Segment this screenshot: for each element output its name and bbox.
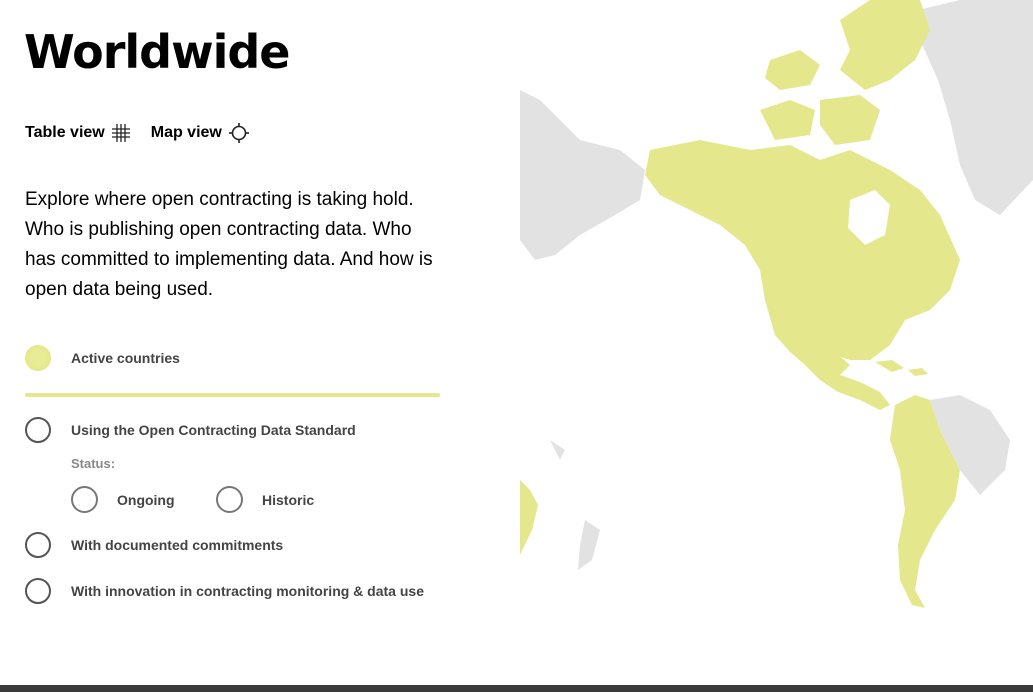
- table-view-link[interactable]: Table view: [25, 123, 131, 143]
- filter-innovation-radio[interactable]: [25, 578, 51, 604]
- view-switcher: Table view Map view: [25, 122, 250, 144]
- status-ongoing-label: Ongoing: [117, 491, 175, 508]
- filter-ocds-radio[interactable]: [25, 417, 51, 443]
- status-historic-radio[interactable]: [216, 486, 243, 513]
- world-map[interactable]: .active { fill:#e4e78c; } .inactive { fi…: [520, 0, 1033, 640]
- page-title: Worldwide: [24, 25, 290, 79]
- map-west-africa[interactable]: [520, 480, 538, 555]
- map-north-america[interactable]: [645, 140, 960, 360]
- filter-commitments-radio[interactable]: [25, 532, 51, 558]
- status-historic[interactable]: Historic: [216, 486, 314, 513]
- status-ongoing-radio[interactable]: [71, 486, 98, 513]
- active-countries-label: Active countries: [71, 350, 180, 366]
- filter-innovation[interactable]: With innovation in contracting monitorin…: [25, 578, 424, 604]
- footer-bar: [0, 685, 1033, 692]
- filter-innovation-label: With innovation in contracting monitorin…: [71, 583, 424, 599]
- filter-ocds-label: Using the Open Contracting Data Standard: [71, 422, 356, 438]
- status-historic-label: Historic: [262, 491, 315, 508]
- table-view-label: Table view: [25, 124, 105, 141]
- filter-commitments-label: With documented commitments: [71, 537, 284, 553]
- filter-commitments[interactable]: With documented commitments: [25, 532, 283, 558]
- legend-divider: [25, 393, 440, 397]
- status-label: Status:: [71, 456, 116, 471]
- map-view-link[interactable]: Map view: [151, 122, 250, 144]
- map-arctic-islands[interactable]: [760, 0, 930, 145]
- filter-ocds[interactable]: Using the Open Contracting Data Standard: [25, 417, 356, 443]
- map-small-islands[interactable]: [550, 440, 600, 570]
- grid-icon: [111, 124, 130, 142]
- map-view-label: Map view: [150, 124, 222, 141]
- active-countries-legend: Active countries: [25, 345, 180, 371]
- crosshair-icon: [228, 123, 249, 143]
- map-greenland[interactable]: [918, 0, 1033, 215]
- active-countries-swatch: [25, 345, 51, 371]
- intro-text: Explore where open contracting is taking…: [25, 189, 433, 300]
- map-alaska[interactable]: [520, 90, 645, 260]
- map-caribbean[interactable]: [875, 360, 928, 376]
- status-ongoing[interactable]: Ongoing: [71, 486, 175, 513]
